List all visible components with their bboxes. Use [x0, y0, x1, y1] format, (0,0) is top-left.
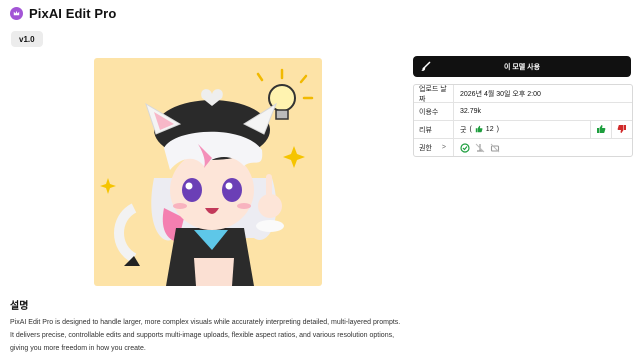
permission-icon [460, 142, 470, 153]
use-model-button[interactable]: 이 모델 사용 [413, 56, 631, 77]
upload-date-value: 2026년 4월 30일 오후 2:00 [460, 90, 541, 98]
review-label: 리뷰 [414, 121, 454, 138]
review-paren-close: ) [496, 126, 499, 133]
permission-row[interactable]: 권한 > [414, 139, 632, 156]
permission-no-share-icon [490, 143, 500, 153]
pixai-logo-icon [10, 7, 23, 20]
thumbs-down-icon [617, 124, 627, 136]
app-header: PixAI Edit Pro [10, 6, 116, 21]
thumbs-up-icon [596, 124, 606, 136]
upload-date-row: 업로드 날짜 2026년 4월 30일 오후 2:00 [414, 85, 632, 103]
review-count: 12 [485, 126, 494, 133]
brush-icon [420, 61, 431, 74]
chevron-right-icon: > [441, 144, 446, 151]
model-description: PixAI Edit Pro is designed to handle lar… [10, 319, 401, 352]
review-paren-open: ( [469, 126, 472, 133]
usage-label: 이용수 [414, 103, 454, 120]
model-preview-image [94, 58, 322, 286]
model-info-table: 업로드 날짜 2026년 4월 30일 오후 2:00 이용수 32.79k 리… [413, 84, 633, 157]
thumbs-up-icon [475, 125, 483, 135]
usage-value: 32.79k [460, 108, 482, 115]
page-title: PixAI Edit Pro [29, 6, 117, 21]
permission-no-commercial-icon [475, 143, 485, 153]
review-rating: 굿 [460, 126, 467, 134]
vote-up-button[interactable] [590, 121, 611, 138]
review-row: 리뷰 굿 ( 12 ) [414, 121, 632, 139]
use-model-label: 이 모델 사용 [503, 63, 541, 71]
vote-down-button[interactable] [611, 121, 632, 138]
version-badge[interactable]: v1.0 [11, 31, 43, 47]
section-heading: 설명 [10, 301, 29, 312]
upload-date-label: 업로드 날짜 [414, 85, 454, 103]
usage-row: 이용수 32.79k [414, 103, 632, 121]
permission-label: 권한 [419, 144, 432, 152]
